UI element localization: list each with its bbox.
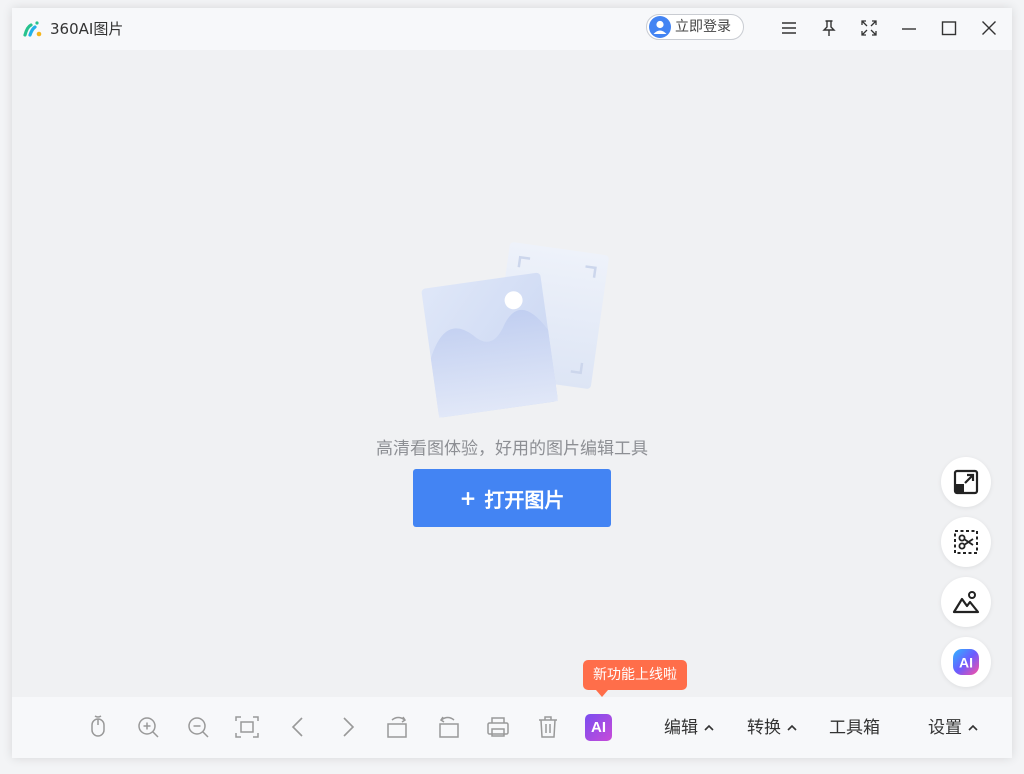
settings-menu-label: 设置 bbox=[928, 718, 962, 738]
bottom-toolbar: AI 编辑 转换 工具箱 设置 bbox=[12, 697, 1012, 758]
minimize-icon[interactable] bbox=[899, 18, 919, 38]
ai-icon: AI bbox=[951, 647, 981, 677]
resize-icon bbox=[951, 467, 981, 497]
mouse-icon[interactable] bbox=[85, 714, 111, 740]
convert-menu[interactable]: 转换 bbox=[747, 716, 798, 740]
image-enhance-icon bbox=[951, 587, 981, 617]
print-icon[interactable] bbox=[485, 714, 511, 740]
settings-menu[interactable]: 设置 bbox=[928, 716, 979, 740]
ai-feature-button[interactable]: AI bbox=[585, 714, 612, 741]
zoom-in-icon[interactable] bbox=[135, 714, 161, 740]
chevron-up-icon bbox=[787, 724, 797, 731]
tooltip-arrow bbox=[596, 690, 608, 697]
rotate-left-icon[interactable] bbox=[385, 714, 411, 740]
side-ai-label: AI bbox=[959, 655, 973, 671]
rotate-right-icon[interactable] bbox=[435, 714, 461, 740]
tagline: 高清看图体验，好用的图片编辑工具 bbox=[376, 439, 648, 459]
app-title: 360AI图片 bbox=[50, 20, 124, 38]
image-enhance-button[interactable] bbox=[941, 577, 991, 627]
login-label: 立即登录 bbox=[675, 19, 731, 35]
plus-icon: + bbox=[459, 486, 477, 510]
pin-icon[interactable] bbox=[819, 18, 839, 38]
close-icon[interactable] bbox=[979, 18, 999, 38]
app-window: 360AI图片 立即登录 高清看图体验，好用的图片编辑工具 + 打开图片 AI … bbox=[12, 8, 1012, 758]
next-icon[interactable] bbox=[335, 714, 361, 740]
fit-screen-icon[interactable] bbox=[234, 714, 260, 740]
delete-icon[interactable] bbox=[535, 714, 561, 740]
edit-menu-label: 编辑 bbox=[664, 718, 698, 738]
empty-photos-illustration-icon bbox=[420, 238, 610, 418]
resize-button[interactable] bbox=[941, 457, 991, 507]
convert-menu-label: 转换 bbox=[747, 718, 781, 738]
chevron-up-icon bbox=[704, 724, 714, 731]
fullscreen-icon[interactable] bbox=[859, 18, 879, 38]
chevron-up-icon bbox=[968, 724, 978, 731]
menu-icon[interactable] bbox=[779, 18, 799, 38]
title-bar: 360AI图片 立即登录 bbox=[12, 8, 1012, 50]
open-image-label: 打开图片 bbox=[484, 487, 565, 512]
smart-cutout-button[interactable] bbox=[941, 517, 991, 567]
maximize-icon[interactable] bbox=[939, 18, 959, 38]
avatar-icon bbox=[649, 16, 671, 38]
smart-cutout-icon bbox=[951, 527, 981, 557]
app-logo-icon bbox=[22, 18, 44, 40]
login-button[interactable]: 立即登录 bbox=[646, 14, 744, 40]
toolbox-menu[interactable]: 工具箱 bbox=[829, 716, 880, 740]
edit-menu[interactable]: 编辑 bbox=[664, 716, 715, 740]
open-image-button[interactable]: + 打开图片 bbox=[413, 469, 611, 527]
toolbox-menu-label: 工具箱 bbox=[829, 718, 880, 738]
zoom-out-icon[interactable] bbox=[185, 714, 211, 740]
prev-icon[interactable] bbox=[285, 714, 311, 740]
new-feature-tooltip: 新功能上线啦 bbox=[583, 660, 687, 690]
ai-assistant-button[interactable]: AI bbox=[941, 637, 991, 687]
